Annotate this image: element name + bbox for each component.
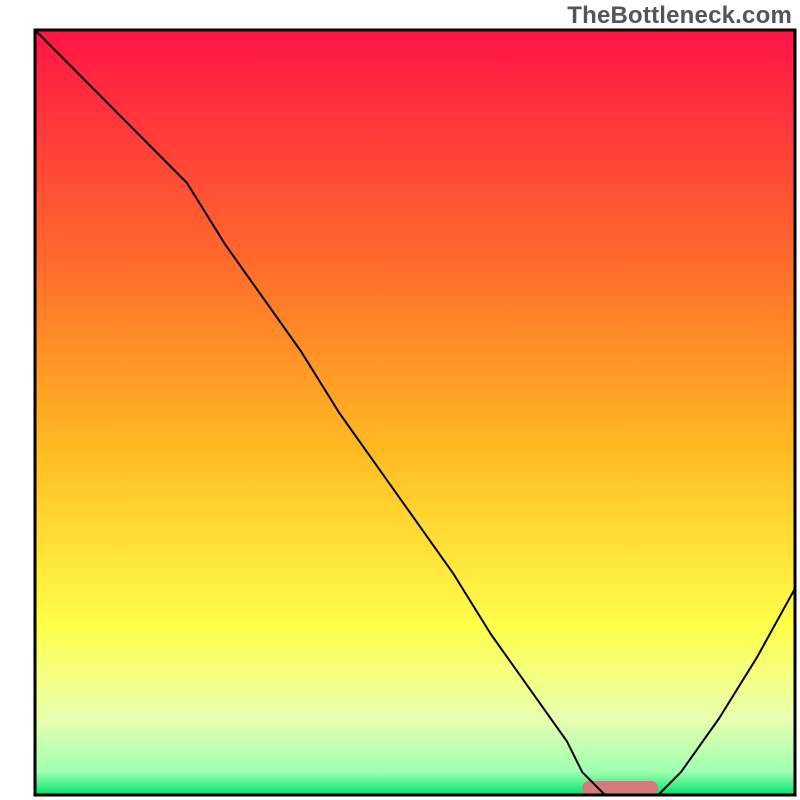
bottleneck-chart bbox=[0, 0, 800, 800]
watermark-text: TheBottleneck.com bbox=[567, 2, 792, 30]
chart-container: { "watermark": "TheBottleneck.com", "cha… bbox=[0, 0, 800, 800]
